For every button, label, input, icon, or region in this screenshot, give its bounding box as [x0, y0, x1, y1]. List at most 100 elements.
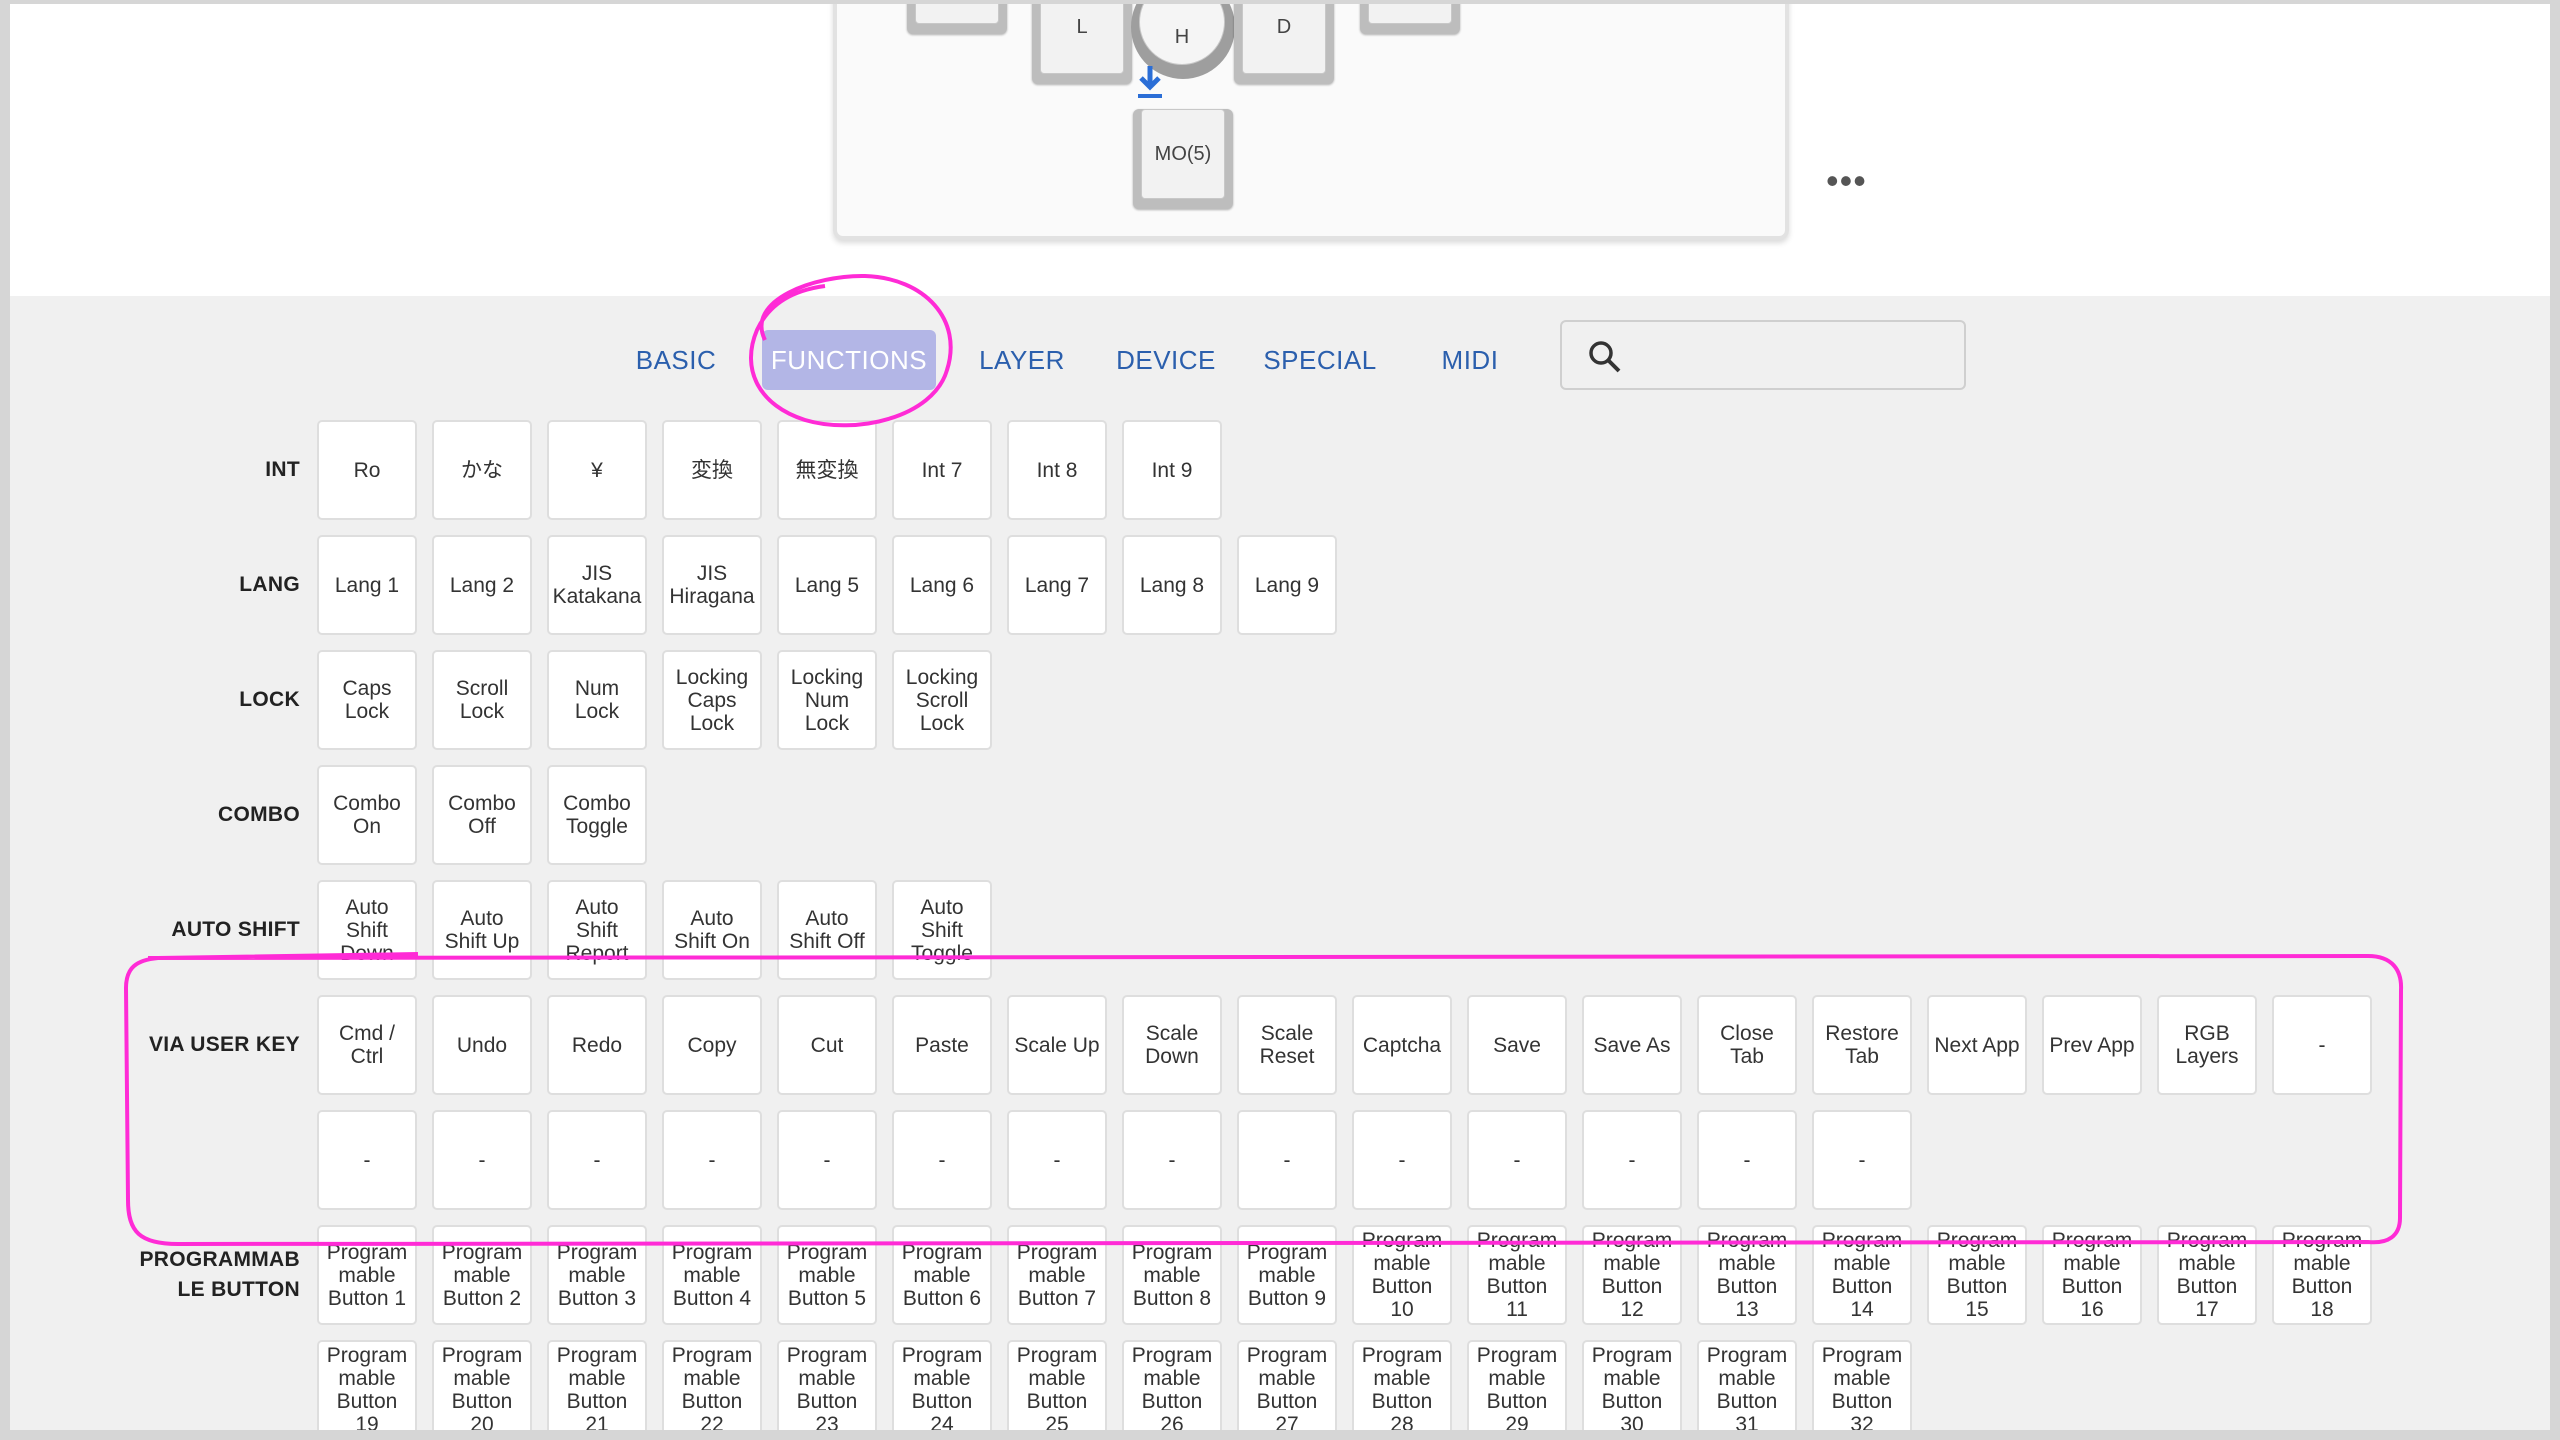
keycode-button[interactable]: - [1812, 1110, 1912, 1210]
preview-key-mo5[interactable]: MO(5) [1133, 109, 1233, 209]
keycode-button[interactable]: Program mable Button 11 [1467, 1225, 1567, 1325]
keycode-button[interactable]: Scale Down [1122, 995, 1222, 1095]
keycode-button[interactable]: Program mable Button 2 [432, 1225, 532, 1325]
keycode-button[interactable]: Locking Scroll Lock [892, 650, 992, 750]
keycode-button[interactable]: Restore Tab [1812, 995, 1912, 1095]
keycode-button[interactable]: Program mable Button 1 [317, 1225, 417, 1325]
keycode-button[interactable]: Caps Lock [317, 650, 417, 750]
keycode-button[interactable]: Program mable Button 7 [1007, 1225, 1107, 1325]
keycode-button[interactable]: Lang 2 [432, 535, 532, 635]
keycode-button[interactable]: Auto Shift On [662, 880, 762, 980]
keycode-button[interactable]: Auto Shift Down [317, 880, 417, 980]
preview-key-left-top[interactable] [907, 0, 1007, 34]
keycode-button[interactable]: Save As [1582, 995, 1682, 1095]
search-input[interactable] [1642, 332, 1946, 380]
keycode-button[interactable]: Paste [892, 995, 992, 1095]
keycode-button[interactable]: Lang 5 [777, 535, 877, 635]
tab-midi[interactable]: MIDI [1420, 330, 1520, 390]
keycode-button[interactable]: Num Lock [547, 650, 647, 750]
keycode-button[interactable]: Program mable Button 6 [892, 1225, 992, 1325]
keycode-button[interactable]: Scale Up [1007, 995, 1107, 1095]
keycode-button[interactable]: - [1237, 1110, 1337, 1210]
keycode-button[interactable]: - [432, 1110, 532, 1210]
keycode-button[interactable]: Program mable Button 5 [777, 1225, 877, 1325]
keycode-button[interactable]: Program mable Button 20 [432, 1340, 532, 1440]
keycode-button[interactable]: Program mable Button 9 [1237, 1225, 1337, 1325]
keycode-button[interactable]: Lang 9 [1237, 535, 1337, 635]
keycode-button[interactable]: かな [432, 420, 532, 520]
more-options-icon[interactable]: ••• [1826, 160, 1867, 202]
keycode-button[interactable]: Program mable Button 14 [1812, 1225, 1912, 1325]
keycode-button[interactable]: Auto Shift Up [432, 880, 532, 980]
search-box[interactable] [1560, 320, 1966, 390]
keycode-button[interactable]: - [547, 1110, 647, 1210]
keycode-button[interactable]: Int 8 [1007, 420, 1107, 520]
keycode-button[interactable]: Program mable Button 27 [1237, 1340, 1337, 1440]
keycode-button[interactable]: Lang 6 [892, 535, 992, 635]
keycode-button[interactable]: Cmd / Ctrl [317, 995, 417, 1095]
preview-key-d[interactable]: D [1234, 0, 1334, 84]
tab-device[interactable]: DEVICE [1111, 330, 1221, 390]
keycode-button[interactable]: Program mable Button 3 [547, 1225, 647, 1325]
keycode-button[interactable]: Cut [777, 995, 877, 1095]
keycode-button[interactable]: Combo On [317, 765, 417, 865]
keycode-button[interactable]: Program mable Button 24 [892, 1340, 992, 1440]
keycode-button[interactable]: Auto Shift Report [547, 880, 647, 980]
keycode-button[interactable]: - [1582, 1110, 1682, 1210]
keycode-button[interactable]: Program mable Button 28 [1352, 1340, 1452, 1440]
tab-functions[interactable]: FUNCTIONS [762, 330, 936, 390]
keycode-button[interactable]: Program mable Button 18 [2272, 1225, 2372, 1325]
keycode-button[interactable]: Next App [1927, 995, 2027, 1095]
keycode-button[interactable]: Auto Shift Off [777, 880, 877, 980]
keycode-button[interactable]: JIS Katakana [547, 535, 647, 635]
keycode-button[interactable]: Program mable Button 10 [1352, 1225, 1452, 1325]
keycode-button[interactable]: Close Tab [1697, 995, 1797, 1095]
keycode-button[interactable]: Locking Num Lock [777, 650, 877, 750]
keycode-button[interactable]: - [2272, 995, 2372, 1095]
tab-special[interactable]: SPECIAL [1258, 330, 1382, 390]
keycode-button[interactable]: - [1007, 1110, 1107, 1210]
keycode-button[interactable]: Save [1467, 995, 1567, 1095]
keycode-button[interactable]: - [1467, 1110, 1567, 1210]
keycode-button[interactable]: Program mable Button 31 [1697, 1340, 1797, 1440]
keycode-button[interactable]: 変換 [662, 420, 762, 520]
keycode-button[interactable]: - [1122, 1110, 1222, 1210]
keycode-button[interactable]: Program mable Button 22 [662, 1340, 762, 1440]
keycode-button[interactable]: Undo [432, 995, 532, 1095]
keycode-button[interactable]: Program mable Button 23 [777, 1340, 877, 1440]
keycode-button[interactable]: Scroll Lock [432, 650, 532, 750]
keycode-button[interactable]: Program mable Button 8 [1122, 1225, 1222, 1325]
keycode-button[interactable]: Program mable Button 13 [1697, 1225, 1797, 1325]
keycode-button[interactable]: Program mable Button 25 [1007, 1340, 1107, 1440]
keycode-button[interactable]: - [1352, 1110, 1452, 1210]
keycode-button[interactable]: Int 7 [892, 420, 992, 520]
keycode-button[interactable]: Program mable Button 26 [1122, 1340, 1222, 1440]
tab-layer[interactable]: LAYER [972, 330, 1072, 390]
keycode-button[interactable]: Combo Toggle [547, 765, 647, 865]
preview-key-l[interactable]: L [1032, 0, 1132, 84]
keycode-button[interactable]: Program mable Button 15 [1927, 1225, 2027, 1325]
keycode-button[interactable]: Prev App [2042, 995, 2142, 1095]
keycode-button[interactable]: Program mable Button 19 [317, 1340, 417, 1440]
keycode-button[interactable]: Lang 1 [317, 535, 417, 635]
keycode-button[interactable]: Program mable Button 29 [1467, 1340, 1567, 1440]
keycode-button[interactable]: Lang 7 [1007, 535, 1107, 635]
keycode-button[interactable]: - [892, 1110, 992, 1210]
keycode-button[interactable]: Program mable Button 32 [1812, 1340, 1912, 1440]
keycode-button[interactable]: Copy [662, 995, 762, 1095]
keycode-button[interactable]: - [1697, 1110, 1797, 1210]
keycode-button[interactable]: RGB Layers [2157, 995, 2257, 1095]
keycode-button[interactable]: Lang 8 [1122, 535, 1222, 635]
keycode-button[interactable]: 無変換 [777, 420, 877, 520]
keycode-button[interactable]: Program mable Button 16 [2042, 1225, 2142, 1325]
keycode-button[interactable]: Program mable Button 17 [2157, 1225, 2257, 1325]
keycode-button[interactable]: - [777, 1110, 877, 1210]
keycode-button[interactable]: Ro [317, 420, 417, 520]
keycode-button[interactable]: Scale Reset [1237, 995, 1337, 1095]
keycode-button[interactable]: Program mable Button 21 [547, 1340, 647, 1440]
keycode-button[interactable]: ¥ [547, 420, 647, 520]
keycode-button[interactable]: JIS Hiragana [662, 535, 762, 635]
keycode-button[interactable]: - [317, 1110, 417, 1210]
keycode-button[interactable]: Int 9 [1122, 420, 1222, 520]
keycode-button[interactable]: - [662, 1110, 762, 1210]
